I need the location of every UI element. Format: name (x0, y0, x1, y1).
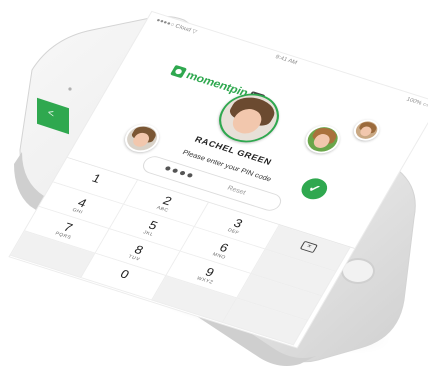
chevron-left-icon: < (48, 107, 54, 121)
avatar-user-previous[interactable] (119, 120, 165, 157)
check-icon: ✓ (305, 180, 324, 197)
status-time: 9:41 AM (274, 54, 298, 67)
backspace-icon: × (299, 240, 318, 254)
avatar-user-next[interactable] (299, 121, 346, 158)
avatar-selected-user (208, 86, 290, 150)
confirm-pin-button[interactable]: ✓ (297, 175, 332, 203)
avatar-user-extra[interactable] (349, 116, 384, 144)
battery-indicator: 100% ▭ (404, 96, 428, 109)
phone-stage: < ●●●●○ Cloud ▽ 9:41 AM 100% ▭ momentpin… (0, 0, 428, 371)
pin-dots: ●●●● (161, 162, 197, 182)
reset-button[interactable]: Reset (226, 185, 247, 196)
